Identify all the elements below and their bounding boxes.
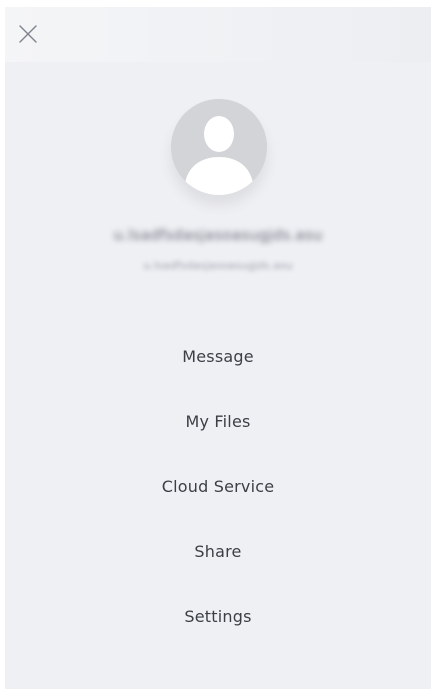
menu-item-message[interactable]: Message	[5, 335, 431, 400]
top-bar	[5, 7, 431, 62]
menu-item-my-files[interactable]: My Files	[5, 400, 431, 465]
menu-item-settings[interactable]: Settings	[5, 595, 431, 660]
menu-item-share[interactable]: Share	[5, 530, 431, 595]
menu-list: Message My Files Cloud Service Share Set…	[5, 335, 431, 660]
menu-item-cloud-service[interactable]: Cloud Service	[5, 465, 431, 530]
user-email: u.lsadfsdasjasoasugjds.asu	[143, 259, 293, 272]
person-icon	[171, 99, 267, 195]
user-name: u.lsadfsdasjasoasugjds.asu	[113, 226, 323, 244]
close-icon[interactable]	[17, 23, 39, 45]
side-menu-panel: u.lsadfsdasjasoasugjds.asu u.lsadfsdasja…	[5, 7, 431, 689]
avatar[interactable]	[171, 99, 267, 195]
